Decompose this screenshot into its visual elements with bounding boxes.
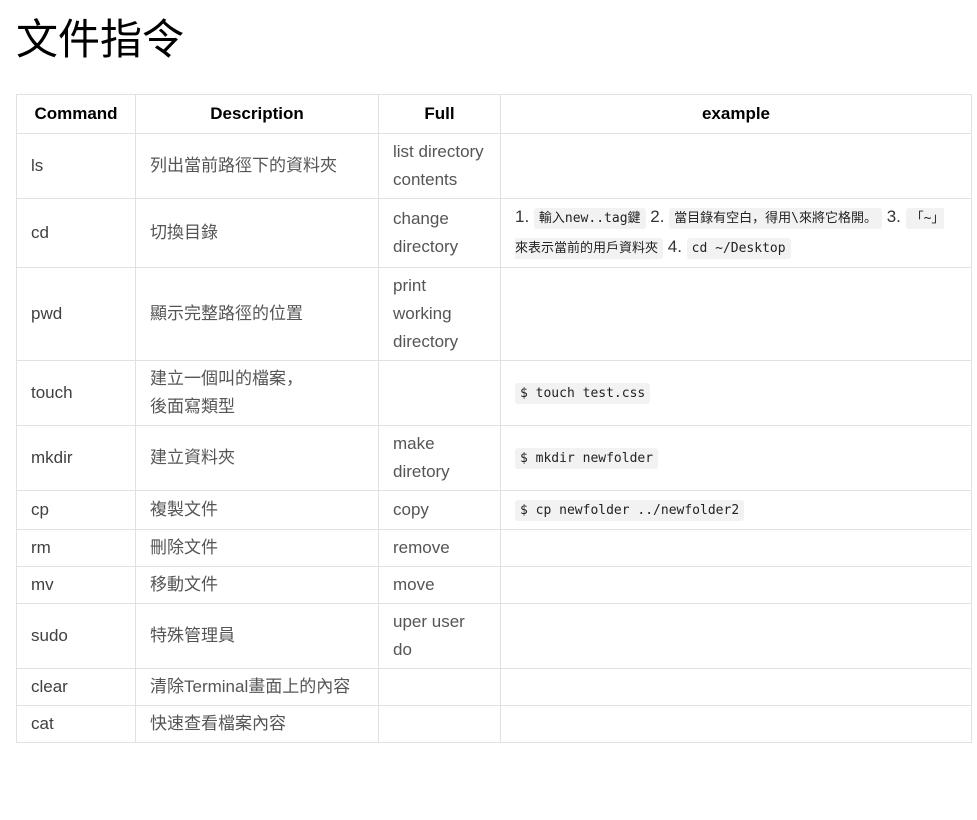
command-cell: ls xyxy=(16,133,136,199)
command-cell: touch xyxy=(16,360,136,426)
example-code: $ cp newfolder ../newfolder2 xyxy=(515,500,745,521)
example-cell: $ cp newfolder ../newfolder2 xyxy=(500,490,972,530)
description-cell: 移動文件 xyxy=(135,566,379,604)
table-row: clear 清除Terminal畫面上的內容 xyxy=(16,668,972,706)
description-text: 清除Terminal畫面上的內容 xyxy=(150,677,351,696)
example-code: 當目錄有空白，得用\來將它格開。 xyxy=(669,208,882,229)
table-row: mv 移動文件 move xyxy=(16,566,972,604)
table-row: cd 切換目錄 change directory 1. 輸入new..tag鍵 2. … xyxy=(16,198,972,268)
header-command: Command xyxy=(16,94,136,134)
example-cell xyxy=(500,705,972,743)
description-text: 切換目錄 xyxy=(150,223,218,242)
example-code: $ mkdir newfolder xyxy=(515,448,659,469)
description-text: 特殊管理員 xyxy=(150,626,235,645)
table-row: pwd 顯示完整路徑的位置 print working directory xyxy=(16,267,972,361)
header-full: Full xyxy=(378,94,501,134)
table-row: touch 建立一個叫的檔案， 後面寫類型 $ touch test.css xyxy=(16,360,972,426)
description-text: 移動文件 xyxy=(150,575,218,594)
example-cell xyxy=(500,267,972,361)
full-name-text: print working directory xyxy=(393,276,459,351)
full-name-text: make diretory xyxy=(393,434,450,481)
example-cell: $ touch test.css xyxy=(500,360,972,426)
description-text: 快速查看檔案內容 xyxy=(150,714,286,733)
description-cell: 特殊管理員 xyxy=(135,603,379,669)
description-cell: 顯示完整路徑的位置 xyxy=(135,267,379,361)
description-text: 建立一個叫的檔案， 後面寫類型 xyxy=(150,369,303,416)
description-text: 建立資料夾 xyxy=(150,448,235,467)
example-code: 輸入new..tag鍵 xyxy=(533,208,646,229)
example-code: $ touch test.css xyxy=(515,383,651,404)
description-cell: 列出當前路徑下的資料夾 xyxy=(135,133,379,199)
command-cell: sudo xyxy=(16,603,136,669)
table-header-row: Command Description Full example xyxy=(16,94,972,134)
example-cell xyxy=(500,603,972,669)
full-name-text: copy xyxy=(393,500,429,519)
full-name-cell xyxy=(378,668,501,706)
example-text: 3. xyxy=(881,207,906,226)
example-text: 2. xyxy=(645,207,670,226)
example-text: 4. xyxy=(663,237,687,256)
command-cell: clear xyxy=(16,668,136,706)
description-cell: 建立資料夾 xyxy=(135,425,379,491)
table-row: mkdir 建立資料夾 make diretory $ mkdir newfolder xyxy=(16,425,972,491)
full-name-cell: list directory contents xyxy=(378,133,501,199)
example-cell xyxy=(500,529,972,567)
command-cell: cd xyxy=(16,198,136,268)
page-title: 文件指令 xyxy=(16,15,185,64)
table-row: cp 複製文件 copy $ cp newfolder ../newfolder2 xyxy=(16,490,972,530)
table-row: cat 快速查看檔案內容 xyxy=(16,705,972,743)
example-cell xyxy=(500,668,972,706)
full-name-text: move xyxy=(393,575,435,594)
command-cell: pwd xyxy=(16,267,136,361)
description-text: 顯示完整路徑的位置 xyxy=(150,304,303,323)
description-cell: 切換目錄 xyxy=(135,198,379,268)
description-cell: 快速查看檔案內容 xyxy=(135,705,379,743)
full-name-text: list directory contents xyxy=(393,142,484,189)
commands-table: Command Description Full example ls 列出當前路… xyxy=(16,94,972,743)
example-cell xyxy=(500,133,972,199)
full-name-cell: print working directory xyxy=(378,267,501,361)
full-name-cell: make diretory xyxy=(378,425,501,491)
full-name-text: change directory xyxy=(393,209,459,256)
full-name-cell: copy xyxy=(378,490,501,530)
full-name-text: uper user do xyxy=(393,612,465,659)
example-cell: 1. 輸入new..tag鍵 2. 當目錄有空白，得用\來將它格開。 3. 「~… xyxy=(500,198,972,268)
description-cell: 刪除文件 xyxy=(135,529,379,567)
full-name-cell: uper user do xyxy=(378,603,501,669)
description-text: 列出當前路徑下的資料夾 xyxy=(150,156,337,175)
table-row: rm 刪除文件 remove xyxy=(16,529,972,567)
command-cell: mkdir xyxy=(16,425,136,491)
command-cell: mv xyxy=(16,566,136,604)
command-cell: cat xyxy=(16,705,136,743)
full-name-cell: change directory xyxy=(378,198,501,268)
command-cell: cp xyxy=(16,490,136,530)
full-name-cell xyxy=(378,360,501,426)
description-text: 複製文件 xyxy=(150,500,218,519)
description-cell: 複製文件 xyxy=(135,490,379,530)
description-cell: 清除Terminal畫面上的內容 xyxy=(135,668,379,706)
example-cell xyxy=(500,566,972,604)
header-example: example xyxy=(500,94,972,134)
table-row: sudo 特殊管理員 uper user do xyxy=(16,603,972,669)
full-name-text: remove xyxy=(393,538,450,557)
full-name-cell: remove xyxy=(378,529,501,567)
example-cell: $ mkdir newfolder xyxy=(500,425,972,491)
table-row: ls 列出當前路徑下的資料夾 list directory contents xyxy=(16,133,972,199)
example-code: cd ~/Desktop xyxy=(686,238,791,259)
description-text: 刪除文件 xyxy=(150,538,218,557)
header-description: Description xyxy=(135,94,379,134)
example-text: 1. xyxy=(515,207,534,226)
full-name-cell xyxy=(378,705,501,743)
full-name-cell: move xyxy=(378,566,501,604)
description-cell: 建立一個叫的檔案， 後面寫類型 xyxy=(135,360,379,426)
command-cell: rm xyxy=(16,529,136,567)
